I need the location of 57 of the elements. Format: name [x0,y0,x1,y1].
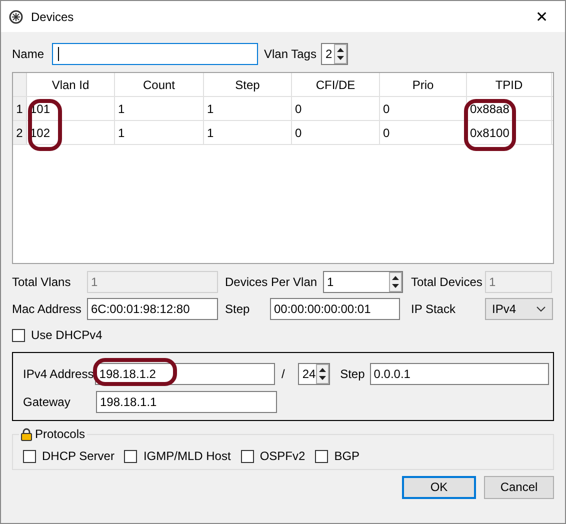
table-cell: 1 [115,97,204,120]
ip-step-label: Step [340,367,366,381]
column-header[interactable]: Step [204,73,292,96]
window-title: Devices [31,10,75,24]
prefix-spinbox[interactable]: 24 [298,363,330,385]
gateway-field[interactable]: 198.18.1.1 [96,391,277,413]
devices-per-vlan-spinbox[interactable]: 1 [323,270,403,292]
table-cell: 0x88a8 [467,97,552,120]
table-cell: 0 [292,97,380,120]
ip-stack-dropdown[interactable]: IPv4 [485,298,553,320]
column-header[interactable]: Vlan Id [27,73,115,96]
row-number: 1 [13,97,27,120]
vlan-tags-spinbox[interactable]: 2 [321,43,348,65]
column-header[interactable]: TPID [467,73,552,96]
protocol-checkbox[interactable]: IGMP/MLD Host [124,449,231,463]
name-label: Name [12,47,46,61]
close-button[interactable]: ✕ [527,8,557,26]
devices-per-vlan-label: Devices Per Vlan [225,274,318,288]
slash-label: / [282,367,286,381]
app-icon [9,10,23,24]
column-header[interactable]: Count [115,73,204,96]
column-header[interactable]: CFI/DE [292,73,380,96]
mac-step-field[interactable]: 00:00:00:00:00:01 [270,298,400,320]
protocol-checkbox[interactable]: OSPFv2 [240,449,306,463]
table-cell: 102 [27,121,115,144]
row-number: 2 [13,121,27,144]
use-dhcp-checkbox[interactable]: Use DHCPv4 [12,328,102,342]
spin-arrows-icon[interactable] [389,272,402,292]
spin-arrows-icon[interactable] [334,44,348,64]
ip-step-field[interactable]: 0.0.0.1 [370,363,550,385]
mac-address-field[interactable]: 6C:00:01:98:12:80 [87,298,218,320]
chevron-down-icon [536,306,546,312]
table-cell: 1 [115,121,204,144]
table-cell: 1 [204,97,292,120]
table-cell: 0 [292,121,380,144]
vlan-tags-label: Vlan Tags [264,47,316,61]
ip-stack-label: IP Stack [411,302,456,316]
column-header[interactable]: Prio [380,73,467,96]
total-vlans-label: Total Vlans [12,274,72,288]
ipv4-address-field[interactable]: 198.18.1.2 [95,363,275,385]
name-field[interactable] [52,43,258,65]
ok-button[interactable]: OK [402,476,476,498]
protocols-title: Protocols [35,427,86,441]
table-cell: 0 [380,121,467,144]
ipv4-address-label: IPv4 Address [23,367,95,381]
gateway-label: Gateway [23,395,72,409]
protocol-checkbox[interactable]: BGP [315,449,360,463]
total-devices-label: Total Devices [411,274,484,288]
cancel-button[interactable]: Cancel [484,476,554,498]
table-cell: 1 [204,121,292,144]
lock-icon [21,428,32,440]
protocol-checkbox[interactable]: DHCP Server [23,449,114,463]
spin-arrows-icon[interactable] [316,364,330,384]
mac-step-label: Step [225,302,251,316]
mac-address-label: Mac Address [12,302,82,316]
table-cell: 0x8100 [467,121,552,144]
table-cell: 0 [380,97,467,120]
